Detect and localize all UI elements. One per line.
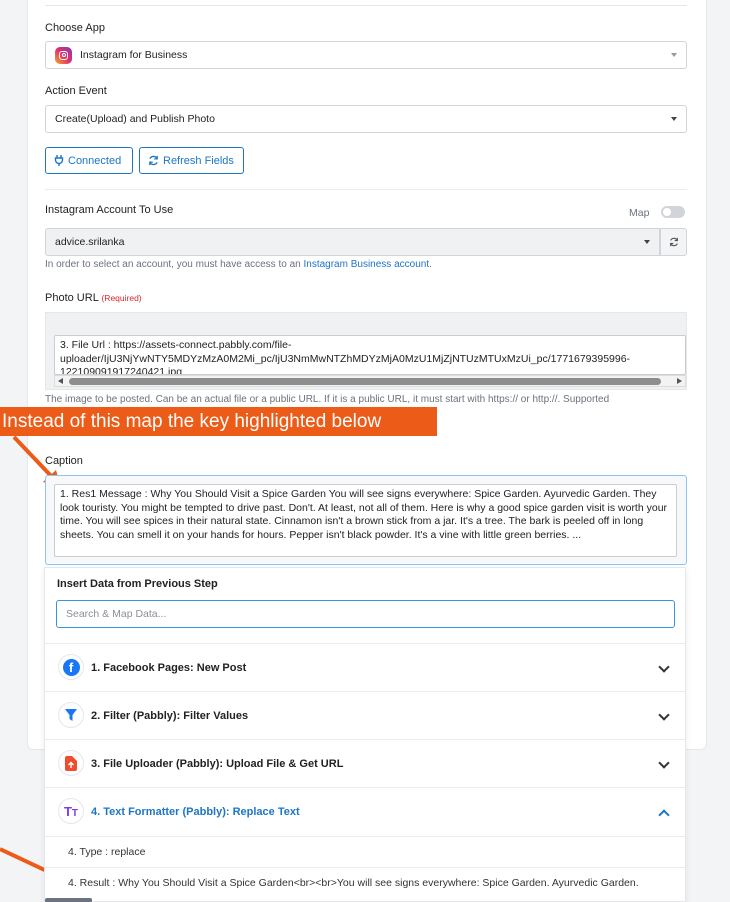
filter-icon — [58, 702, 84, 728]
choose-app-select[interactable]: Instagram for Business — [45, 41, 687, 69]
annotation-callout: Instead of this map the key highlighted … — [0, 407, 437, 436]
result-item-label: 4. Type : replace — [68, 845, 146, 858]
step-row-filter[interactable]: 2. Filter (Pabbly): Filter Values — [45, 691, 685, 739]
step-label: 1. Facebook Pages: New Post — [91, 661, 247, 674]
bottom-scroll-thumb[interactable] — [45, 898, 92, 902]
section-divider — [45, 189, 687, 190]
account-label: Instagram Account To Use — [45, 204, 174, 216]
connected-label: Connected — [68, 154, 122, 167]
connected-button[interactable]: Connected — [45, 147, 133, 174]
choose-app-label: Choose App — [45, 22, 105, 34]
top-divider — [45, 5, 687, 6]
step-label: 2. Filter (Pabbly): Filter Values — [91, 709, 249, 722]
refresh-icon — [149, 155, 158, 166]
photo-url-field[interactable]: 3. File Url : https://assets-connect.pab… — [54, 335, 686, 375]
chevron-down-icon — [671, 53, 677, 57]
chevron-down-icon — [644, 240, 650, 244]
chevron-down-icon[interactable] — [658, 709, 670, 721]
instagram-icon — [55, 46, 72, 64]
photo-url-label-text: Photo URL — [45, 292, 99, 304]
step-label: 4. Text Formatter (Pabbly): Replace Text — [91, 805, 300, 818]
photo-url-label: Photo URL (Required) — [45, 292, 142, 304]
step-row-facebook[interactable]: f 1. Facebook Pages: New Post — [45, 643, 685, 691]
account-help-text: In order to select an account, you must … — [45, 259, 432, 270]
chevron-down-icon[interactable] — [658, 661, 670, 673]
insert-data-panel: Insert Data from Previous Step Search & … — [44, 567, 686, 902]
instagram-business-link[interactable]: Instagram Business account — [303, 259, 429, 270]
chevron-down-icon — [671, 117, 677, 121]
chevron-up-icon[interactable] — [658, 809, 670, 821]
insert-data-title: Insert Data from Previous Step — [57, 578, 218, 590]
scroll-left-icon[interactable] — [58, 378, 63, 384]
required-marker: (Required) — [101, 293, 142, 303]
caption-value: 1. Res1 Message : Why You Should Visit a… — [60, 488, 668, 541]
step-row-file-uploader[interactable]: 3. File Uploader (Pabbly): Upload File &… — [45, 739, 685, 787]
result-item-result[interactable]: 4. Result : Why You Should Visit a Spice… — [45, 867, 685, 897]
facebook-icon: f — [58, 654, 84, 680]
refresh-fields-button[interactable]: Refresh Fields — [139, 147, 244, 174]
action-event-label: Action Event — [45, 85, 107, 97]
account-select[interactable]: advice.srilanka — [45, 228, 660, 256]
scroll-right-icon[interactable] — [677, 378, 682, 384]
account-help-prefix: In order to select an account, you must … — [45, 259, 304, 270]
map-toggle-label: Map — [629, 207, 650, 219]
action-event-select[interactable]: Create(Upload) and Publish Photo — [45, 105, 687, 133]
photo-url-value: 3. File Url : https://assets-connect.pab… — [60, 339, 631, 375]
step-label: 3. File Uploader (Pabbly): Upload File &… — [91, 757, 344, 770]
account-help-suffix: . — [429, 259, 432, 270]
file-upload-icon — [58, 750, 84, 776]
photo-url-help-text: The image to be posted. Can be an actual… — [45, 394, 610, 405]
search-map-data-input[interactable]: Search & Map Data... — [56, 600, 675, 628]
result-item-label: 4. Result : Why You Should Visit a Spice… — [68, 876, 639, 889]
annotation-text: Instead of this map the key highlighted … — [2, 410, 382, 432]
caption-label: Caption — [45, 455, 83, 467]
action-event-value: Create(Upload) and Publish Photo — [55, 113, 215, 125]
search-placeholder: Search & Map Data... — [66, 608, 167, 620]
step-row-text-formatter[interactable]: TT 4. Text Formatter (Pabbly): Replace T… — [45, 787, 685, 835]
photo-url-field-wrapper: 3. File Url : https://assets-connect.pab… — [45, 312, 687, 390]
account-refresh-button[interactable] — [660, 228, 687, 256]
caption-field-wrapper: 1. Res1 Message : Why You Should Visit a… — [45, 475, 687, 565]
account-value: advice.srilanka — [55, 236, 125, 248]
refresh-icon — [669, 237, 678, 247]
text-format-icon: TT — [58, 798, 84, 824]
caption-field[interactable]: 1. Res1 Message : Why You Should Visit a… — [54, 484, 677, 557]
map-toggle[interactable] — [661, 206, 685, 218]
result-item-type[interactable]: 4. Type : replace — [45, 836, 685, 866]
choose-app-value: Instagram for Business — [80, 49, 188, 61]
chevron-down-icon[interactable] — [658, 757, 670, 769]
refresh-fields-label: Refresh Fields — [163, 154, 234, 167]
plug-icon — [54, 155, 64, 166]
horizontal-scrollbar[interactable] — [54, 375, 686, 387]
